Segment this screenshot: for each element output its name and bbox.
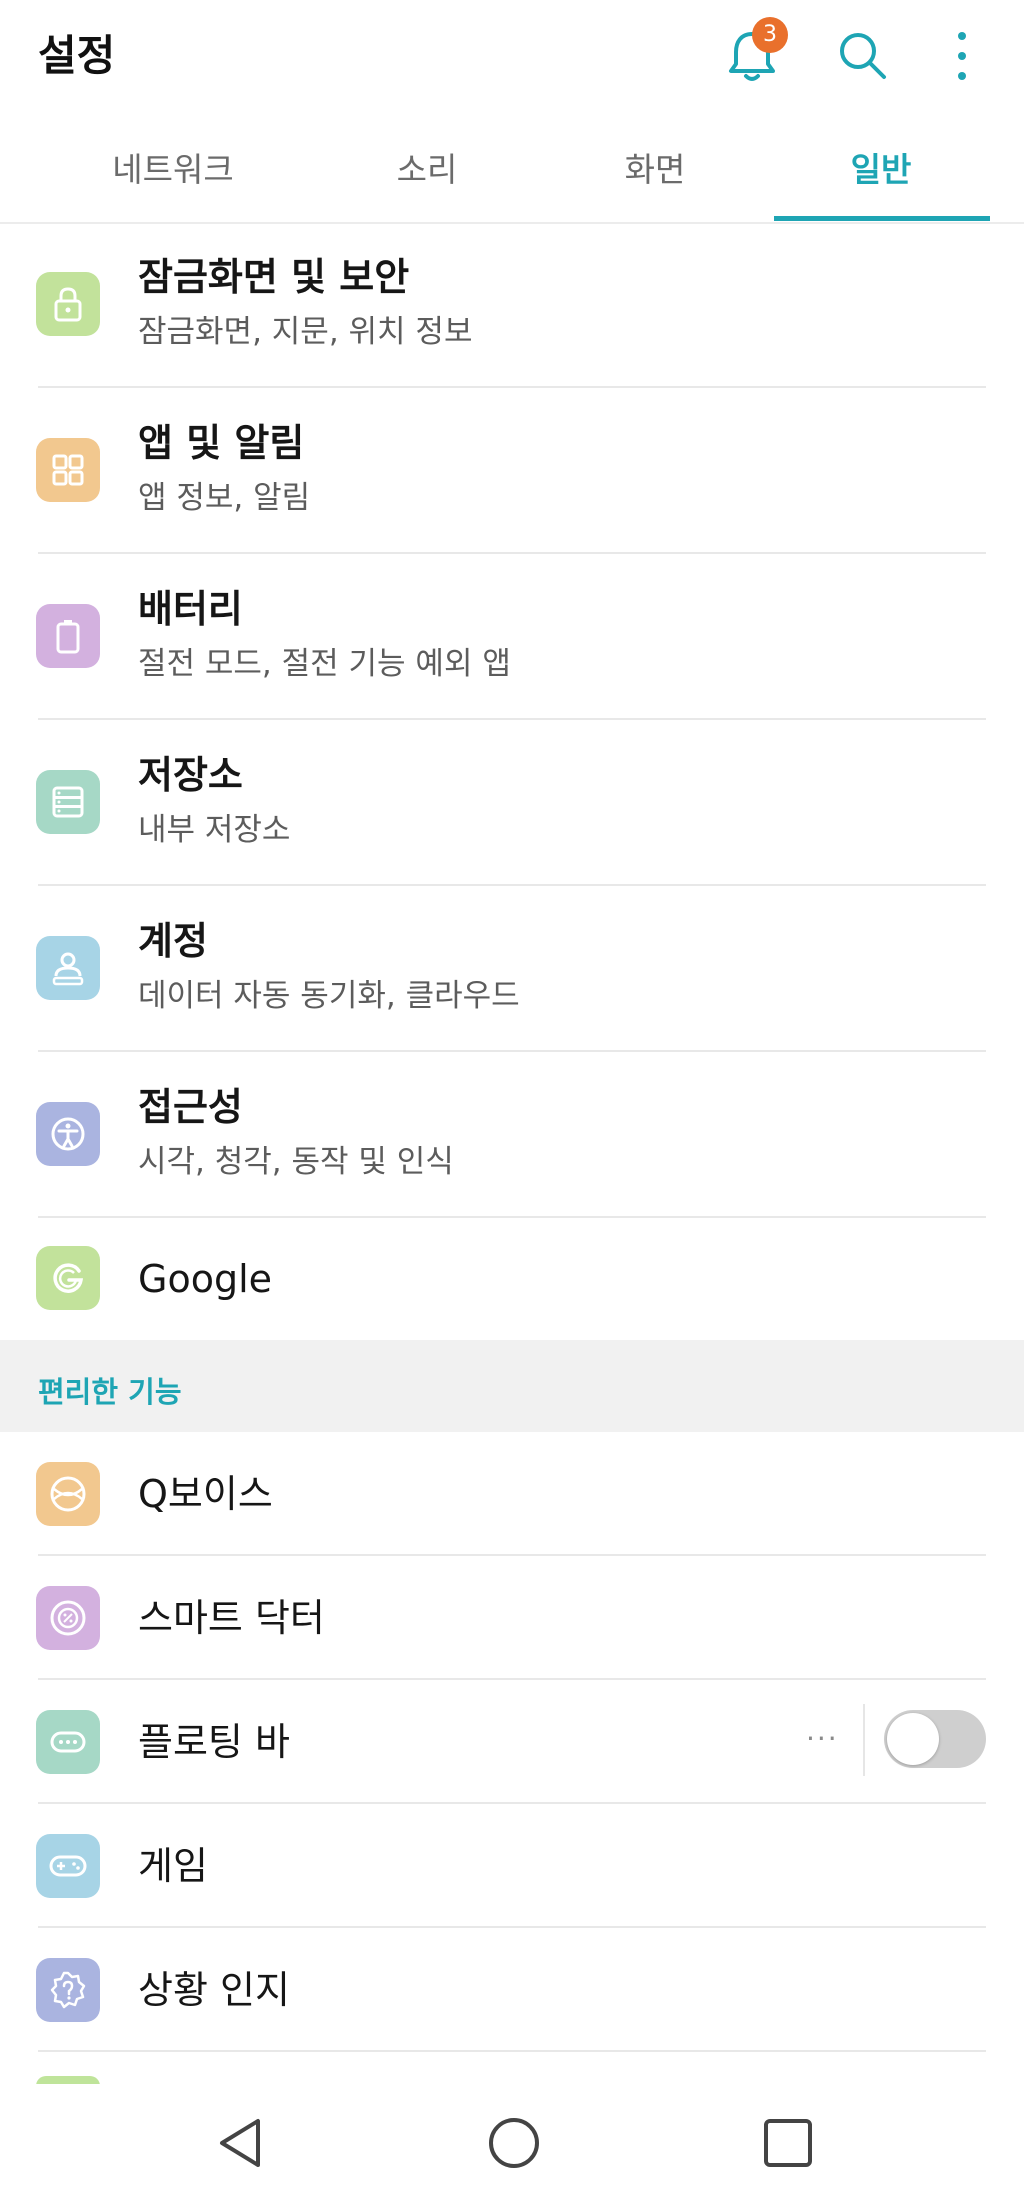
context-aware-icon (50, 1971, 86, 2009)
google-tile (36, 1246, 100, 1310)
more-options-button[interactable] (920, 14, 1004, 98)
section-header: 편리한 기능 (0, 1340, 1024, 1432)
item-title: Q보이스 (138, 1472, 273, 1516)
google-icon (53, 1263, 84, 1293)
settings-item-floating-bar[interactable]: 플로팅 바 ··· (0, 1680, 1024, 1804)
item-title: 스마트 닥터 (138, 1596, 325, 1640)
recent-square-icon (764, 2119, 812, 2167)
notification-badge: 3 (752, 17, 788, 53)
app-header: 설정 3 (0, 0, 1024, 112)
settings-item-lock-screen[interactable]: 잠금화면 및 보안 잠금화면, 지문, 위치 정보 (0, 222, 1024, 388)
settings-item-qvoice[interactable]: Q보이스 (0, 1432, 1024, 1556)
item-title: 상황 인지 (138, 1968, 290, 2012)
smart-doctor-tile (36, 1586, 100, 1650)
smart-doctor-icon (50, 1600, 86, 1636)
settings-item-battery[interactable]: 배터리 절전 모드, 절전 기능 예외 앱 (0, 554, 1024, 720)
context-aware-tile (36, 1958, 100, 2022)
storage-icon (52, 786, 84, 818)
more-vertical-icon (958, 32, 966, 80)
home-circle-icon (489, 2118, 539, 2168)
tab-display[interactable]: 화면 (542, 112, 768, 222)
item-title: 앱 및 알림 (138, 421, 305, 465)
divider (38, 2050, 986, 2052)
search-icon (840, 33, 886, 79)
battery-icon (56, 620, 80, 654)
item-title: Google (138, 1257, 273, 1301)
lock-icon (54, 287, 82, 322)
storage-tile (36, 770, 100, 834)
settings-item-accessibility[interactable]: 접근성 시각, 청각, 동작 및 인식 (0, 1052, 1024, 1218)
account-icon (52, 952, 84, 986)
item-subtitle: 절전 모드, 절전 기능 예외 앱 (138, 646, 511, 682)
tab-sound[interactable]: 소리 (314, 112, 540, 222)
item-subtitle: 내부 저장소 (138, 812, 291, 848)
settings-tabs: 네트워크 소리 화면 일반 (0, 112, 1024, 224)
game-tile (36, 1834, 100, 1898)
settings-item-apps[interactable]: 앱 및 알림 앱 정보, 알림 (0, 388, 1024, 554)
qvoice-icon (50, 1476, 86, 1512)
item-subtitle: 앱 정보, 알림 (138, 480, 311, 516)
tab-network[interactable]: 네트워크 (60, 112, 286, 222)
recent-apps-button[interactable] (738, 2098, 838, 2188)
apps-tile (36, 438, 100, 502)
tab-general[interactable]: 일반 (768, 112, 994, 222)
qvoice-tile (36, 1462, 100, 1526)
item-title: 배터리 (138, 587, 243, 631)
item-title: 잠금화면 및 보안 (138, 255, 410, 299)
back-button[interactable] (190, 2098, 290, 2188)
account-tile (36, 936, 100, 1000)
item-title: 플로팅 바 (138, 1720, 290, 1764)
floating-bar-icon (50, 1731, 86, 1753)
item-subtitle: 잠금화면, 지문, 위치 정보 (138, 314, 473, 350)
apps-grid-icon (52, 454, 84, 486)
settings-item-accounts[interactable]: 계정 데이터 자동 동기화, 클라우드 (0, 886, 1024, 1052)
item-subtitle: 데이터 자동 동기화, 클라우드 (138, 978, 520, 1014)
settings-screen: 설정 3 네트워크 소리 화면 일반 잠금화면 및 보안 잠금화면, 지문, 위… (0, 0, 1024, 2202)
item-title: 계정 (138, 919, 208, 963)
settings-item-smart-doctor[interactable]: 스마트 닥터 (0, 1556, 1024, 1680)
toggle-knob (887, 1713, 939, 1765)
floating-bar-settings-button[interactable]: ··· (806, 1724, 839, 1754)
vertical-separator (863, 1704, 865, 1776)
active-tab-indicator (774, 216, 990, 221)
settings-item-game[interactable]: 게임 (0, 1804, 1024, 1928)
settings-item-google[interactable]: Google (0, 1218, 1024, 1340)
lock-tile (36, 272, 100, 336)
search-button[interactable] (821, 14, 905, 98)
home-button[interactable] (464, 2098, 564, 2188)
item-title: 저장소 (138, 753, 243, 797)
battery-tile (36, 604, 100, 668)
accessibility-tile (36, 1102, 100, 1166)
floating-bar-toggle[interactable] (884, 1710, 986, 1768)
item-title: 접근성 (138, 1085, 243, 1129)
item-title: 게임 (138, 1844, 208, 1888)
gamepad-icon (49, 1855, 87, 1877)
back-triangle-icon (220, 2119, 260, 2167)
system-nav-bar (0, 2084, 1024, 2202)
settings-item-storage[interactable]: 저장소 내부 저장소 (0, 720, 1024, 886)
section-label: 편리한 기능 (38, 1375, 182, 1409)
settings-item-context-aware[interactable]: 상황 인지 (0, 1928, 1024, 2052)
floating-bar-tile (36, 1710, 100, 1774)
page-title: 설정 (38, 31, 116, 80)
item-subtitle: 시각, 청각, 동작 및 인식 (138, 1144, 454, 1180)
accessibility-icon (51, 1117, 85, 1151)
